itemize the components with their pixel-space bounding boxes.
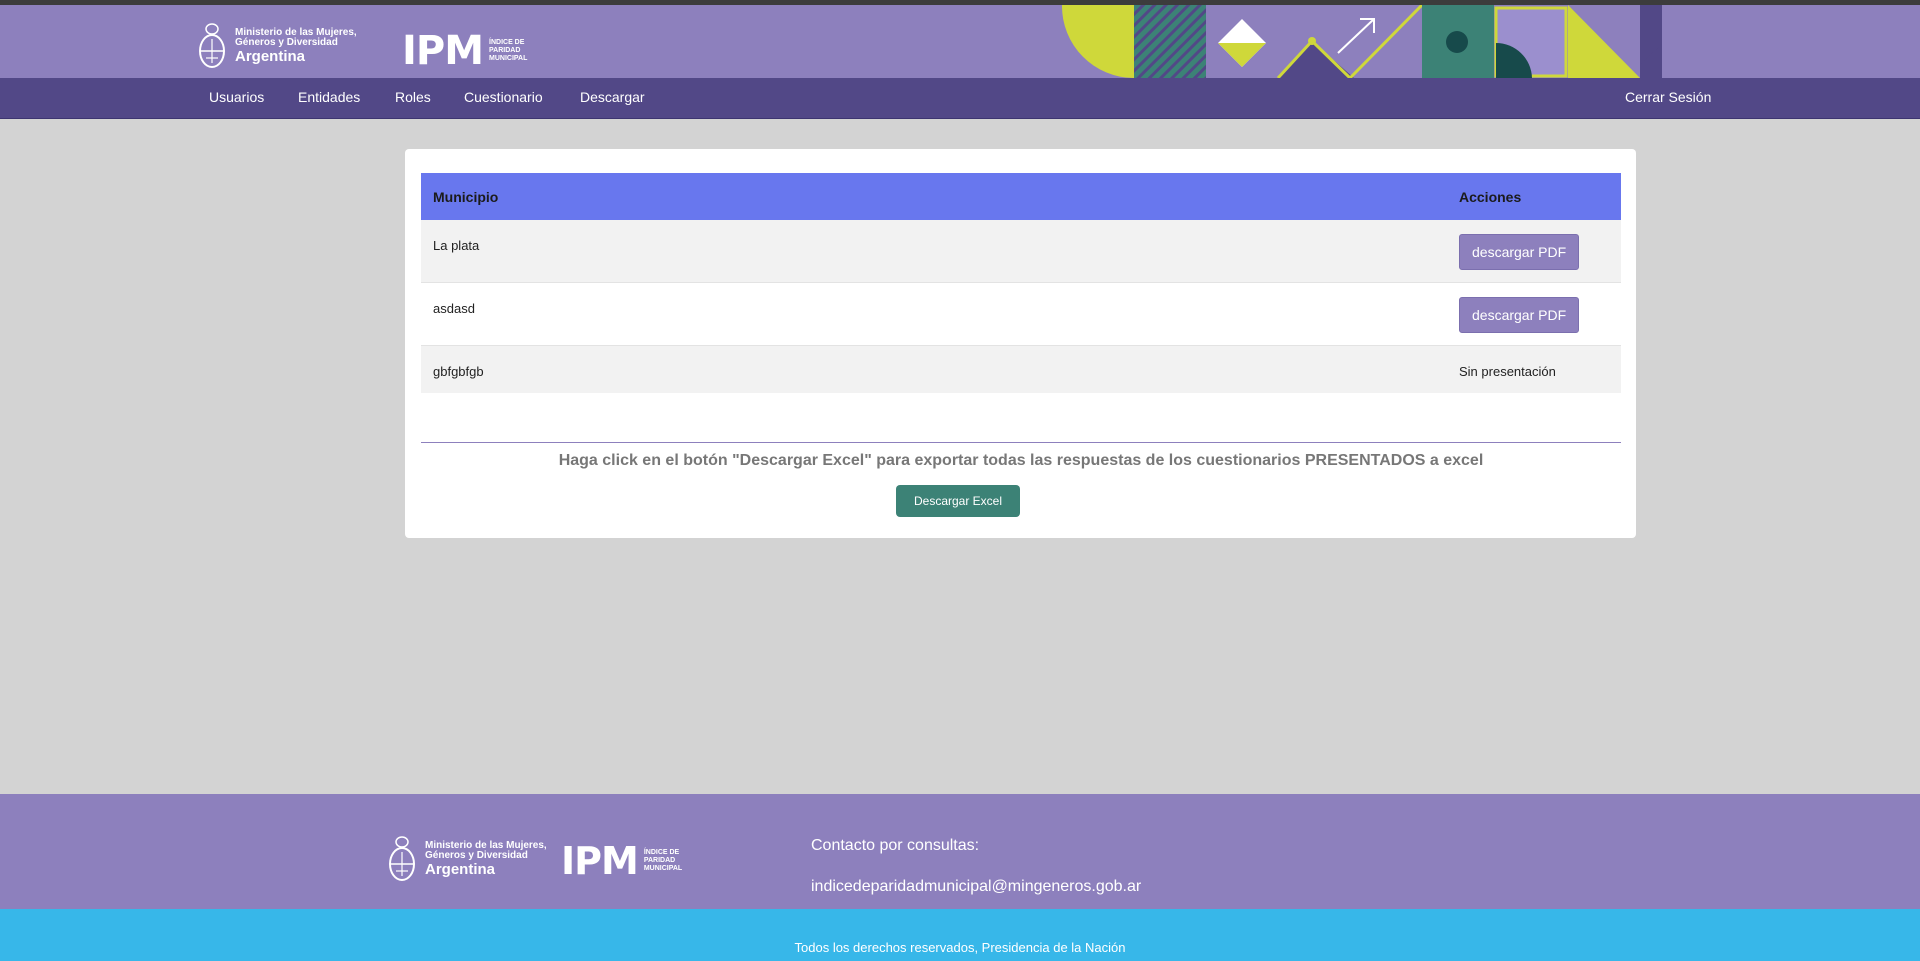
municipio-cell: gbfgbfgb (433, 364, 484, 379)
coat-of-arms-icon (389, 836, 415, 881)
ipm-sub-2: PARIDAD (489, 46, 521, 54)
ipm-sub-1: ÍNDICE DE (643, 848, 680, 856)
site-footer: Ministerio de las Mujeres, Géneros y Div… (0, 794, 1920, 909)
download-excel-button[interactable]: Descargar Excel (896, 485, 1020, 517)
main-nav: Usuarios Entidades Roles Cuestionario De… (0, 78, 1920, 119)
header-decorative-pattern (1062, 5, 1662, 78)
ipm-acronym: IPM (402, 28, 484, 74)
nav-item-descargar[interactable]: Descargar (580, 89, 645, 105)
table-row: gbfgbfgb Sin presentación (421, 345, 1621, 393)
coat-of-arms-icon (199, 23, 225, 68)
table-header-row: Municipio Acciones (421, 173, 1621, 220)
ipm-sub-3: MUNICIPAL (489, 55, 528, 63)
download-pdf-button[interactable]: descargar PDF (1459, 297, 1580, 333)
ipm-sub-1: ÍNDICE DE (489, 38, 525, 46)
ministry-line-2: Géneros y Diversidad (425, 850, 528, 861)
export-instructions: Haga click en el botón "Descargar Excel"… (558, 452, 1484, 469)
downloads-card: Municipio Acciones La plata descargar PD… (405, 149, 1636, 538)
ipm-acronym: IPM (561, 839, 639, 883)
ministry-country: Argentina (235, 48, 306, 65)
section-divider (421, 442, 1621, 443)
ipm-sub-3: MUNICIPAL (643, 865, 683, 873)
column-header-acciones: Acciones (1447, 173, 1621, 220)
copyright-text: Todos los derechos reservados, Presidenc… (794, 940, 1126, 955)
logout-link[interactable]: Cerrar Sesión (1625, 89, 1711, 105)
contact-label: Contacto por consultas: (811, 837, 980, 854)
ministry-logo[interactable]: Ministerio de las Mujeres, Géneros y Div… (197, 21, 357, 71)
nav-item-cuestionario[interactable]: Cuestionario (464, 89, 543, 105)
copyright-bar: Todos los derechos reservados, Presidenc… (0, 909, 1920, 961)
footer-ipm-logo: IPM ÍNDICE DE PARIDAD MUNICIPAL (561, 842, 682, 880)
nav-item-entidades[interactable]: Entidades (298, 89, 360, 105)
site-header: Ministerio de las Mujeres, Géneros y Div… (0, 5, 1920, 78)
municipios-table: Municipio Acciones La plata descargar PD… (421, 173, 1621, 393)
ministry-country: Argentina (425, 861, 496, 878)
ipm-sub-2: PARIDAD (643, 856, 676, 864)
download-pdf-button[interactable]: descargar PDF (1459, 234, 1580, 270)
table-row: asdasd descargar PDF (421, 282, 1621, 346)
sin-presentacion-label: Sin presentación (1459, 364, 1556, 379)
ministry-line-2: Géneros y Diversidad (235, 37, 338, 48)
table-row: La plata descargar PDF (421, 220, 1621, 283)
nav-item-roles[interactable]: Roles (395, 89, 431, 105)
municipio-cell: La plata (433, 238, 480, 253)
footer-ministry-logo: Ministerio de las Mujeres, Géneros y Div… (387, 834, 547, 884)
column-header-municipio: Municipio (421, 173, 1447, 220)
municipio-cell: asdasd (433, 301, 475, 316)
contact-email-link[interactable]: indicedeparidadmunicipal@mingeneros.gob.… (811, 878, 1141, 896)
nav-item-usuarios[interactable]: Usuarios (209, 89, 264, 105)
ipm-logo[interactable]: IPM ÍNDICE DE PARIDAD MUNICIPAL (402, 31, 527, 71)
